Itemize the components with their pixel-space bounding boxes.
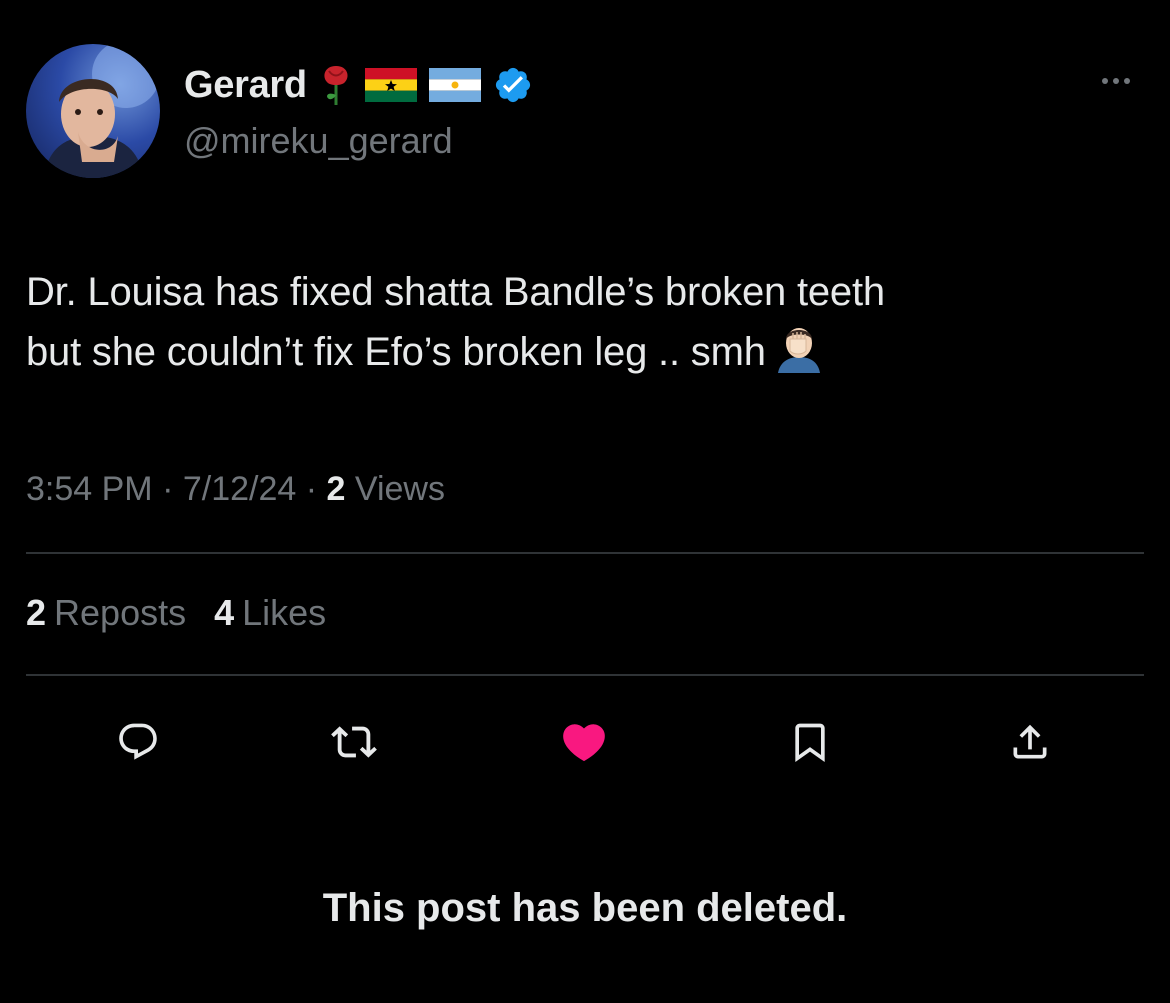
- ghana-flag-icon: [364, 68, 417, 102]
- tweet-text-line-1: Dr. Louisa has fixed shatta Bandle’s bro…: [26, 270, 885, 314]
- facepalm-emoji-icon: [776, 325, 822, 373]
- meta-separator: ·: [296, 470, 327, 508]
- author-handle[interactable]: @mireku_gerard: [184, 120, 453, 162]
- tweet-meta: 3:54 PM · 7/12/24 · 2 Views: [26, 470, 445, 509]
- reposts-stat[interactable]: 2 Reposts: [26, 592, 186, 634]
- tweet-date[interactable]: 7/12/24: [183, 470, 296, 508]
- argentina-flag-icon: [428, 68, 481, 102]
- likes-count: 4: [214, 592, 235, 633]
- tweet-time[interactable]: 3:54 PM: [26, 470, 153, 508]
- share-icon: [1008, 720, 1052, 769]
- likes-label: Likes: [242, 592, 327, 633]
- author-name-row: Gerard: [184, 62, 533, 108]
- divider: [26, 674, 1144, 676]
- like-icon: [559, 717, 609, 772]
- rose-icon: [319, 63, 353, 107]
- verified-badge-icon[interactable]: [493, 65, 533, 105]
- views-count: 2: [326, 470, 346, 508]
- deleted-notice: This post has been deleted.: [322, 886, 848, 930]
- tweet-text-line-2: but she couldn’t fix Efo’s broken leg ..…: [26, 322, 1156, 382]
- reply-icon: [116, 720, 160, 769]
- tweet-text-line-2-content: but she couldn’t fix Efo’s broken leg ..…: [26, 330, 766, 374]
- reposts-count: 2: [26, 592, 47, 633]
- views-label: Views: [354, 470, 445, 508]
- tweet-text: Dr. Louisa has fixed shatta Bandle’s bro…: [26, 262, 1156, 382]
- share-button[interactable]: [1004, 718, 1056, 770]
- repost-button[interactable]: [328, 718, 380, 770]
- reply-button[interactable]: [112, 718, 164, 770]
- repost-icon: [331, 719, 377, 770]
- reposts-label: Reposts: [54, 592, 187, 633]
- bookmark-button[interactable]: [784, 718, 836, 770]
- author-display-name[interactable]: Gerard: [184, 64, 307, 107]
- bookmark-icon: [788, 720, 832, 769]
- meta-separator: ·: [152, 470, 183, 508]
- divider: [26, 552, 1144, 554]
- engagement-stats: 2 Reposts 4 Likes: [26, 592, 326, 634]
- like-button[interactable]: [558, 718, 610, 770]
- likes-stat[interactable]: 4 Likes: [214, 592, 326, 634]
- more-options-icon[interactable]: [1102, 78, 1130, 84]
- avatar[interactable]: [26, 44, 160, 178]
